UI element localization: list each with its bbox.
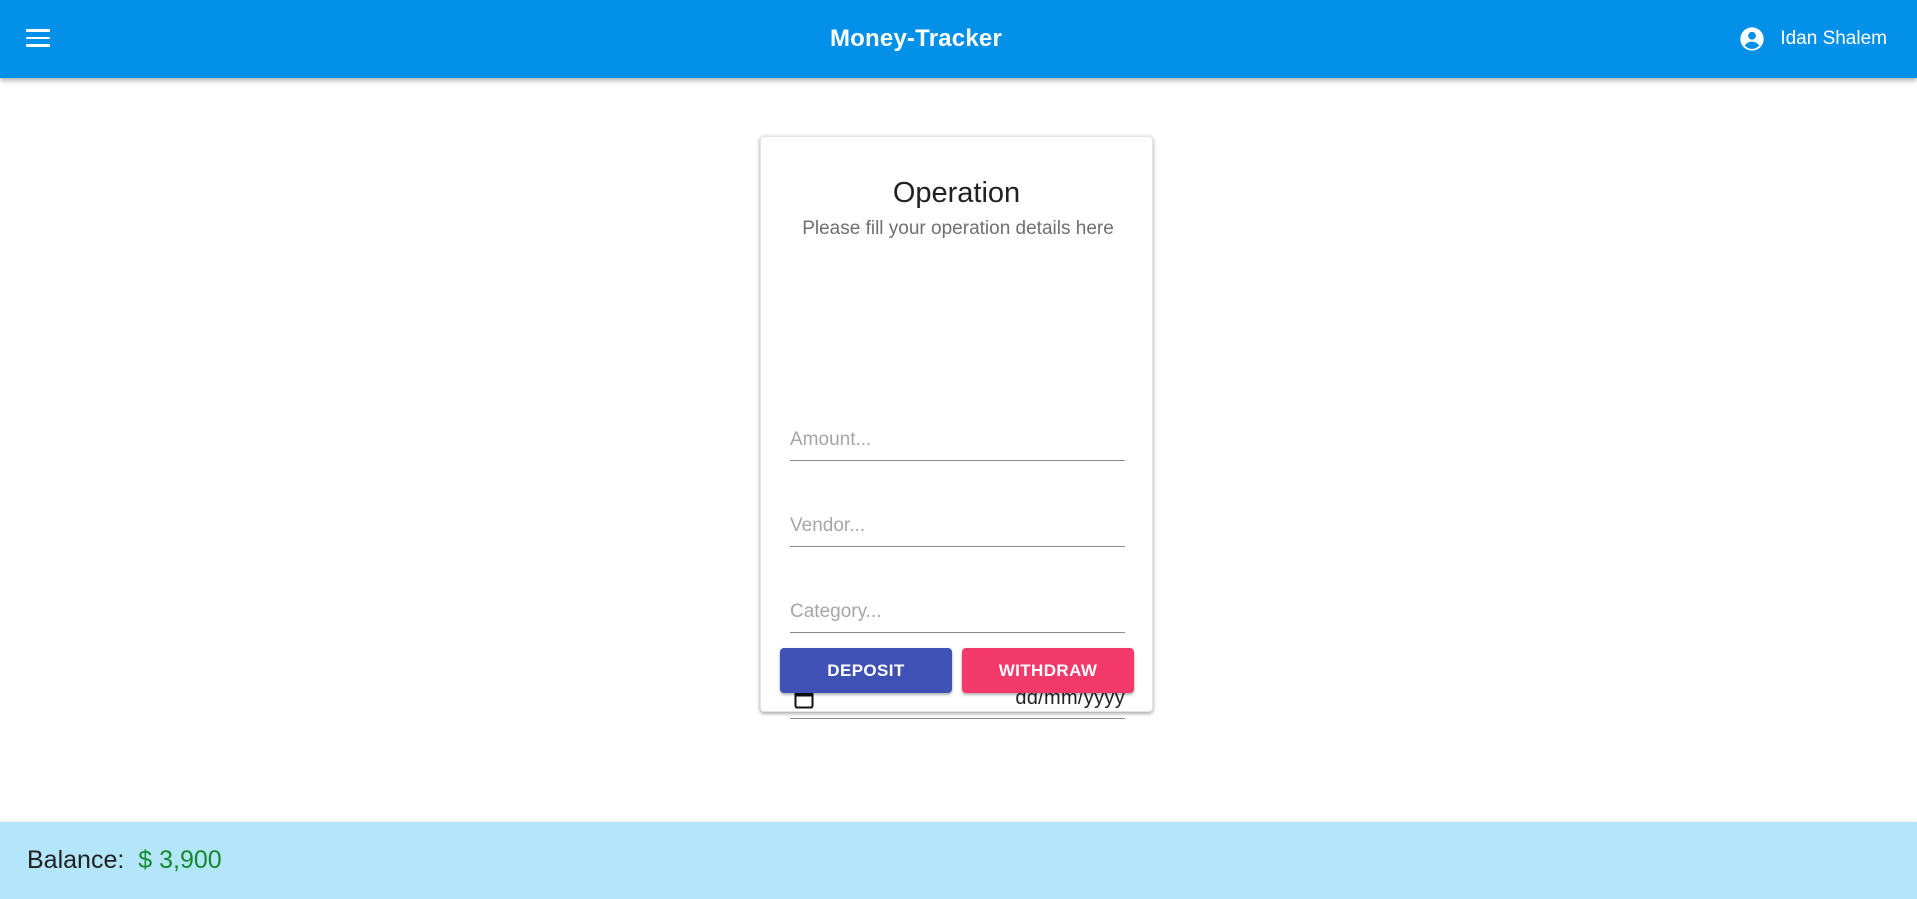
category-input[interactable] — [790, 593, 1125, 631]
operation-card: Operation Please fill your operation det… — [760, 136, 1153, 719]
app-title: Money-Tracker — [829, 25, 1002, 52]
amount-field-wrapper — [790, 421, 1125, 461]
card-title: Operation — [892, 177, 1021, 209]
balance-value: $ 3,900 — [138, 846, 222, 874]
user-menu[interactable]: Idan Shalem — [1738, 24, 1887, 54]
account-circle-icon — [1738, 25, 1766, 53]
vendor-input[interactable] — [790, 507, 1125, 545]
category-field-wrapper — [790, 593, 1125, 633]
balance-bar: Balance: $ 3,900 — [0, 822, 1917, 899]
card-subtitle: Please fill your operation details here — [802, 218, 1114, 239]
amount-input[interactable] — [790, 421, 1125, 459]
app-bar: Money-Tracker Idan Shalem — [0, 0, 1917, 78]
vendor-field-wrapper — [790, 507, 1125, 547]
user-name: Idan Shalem — [1780, 28, 1887, 49]
balance-label: Balance: — [27, 846, 125, 874]
deposit-button[interactable]: DEPOSIT — [780, 648, 952, 693]
withdraw-button[interactable]: WITHDRAW — [962, 648, 1134, 693]
